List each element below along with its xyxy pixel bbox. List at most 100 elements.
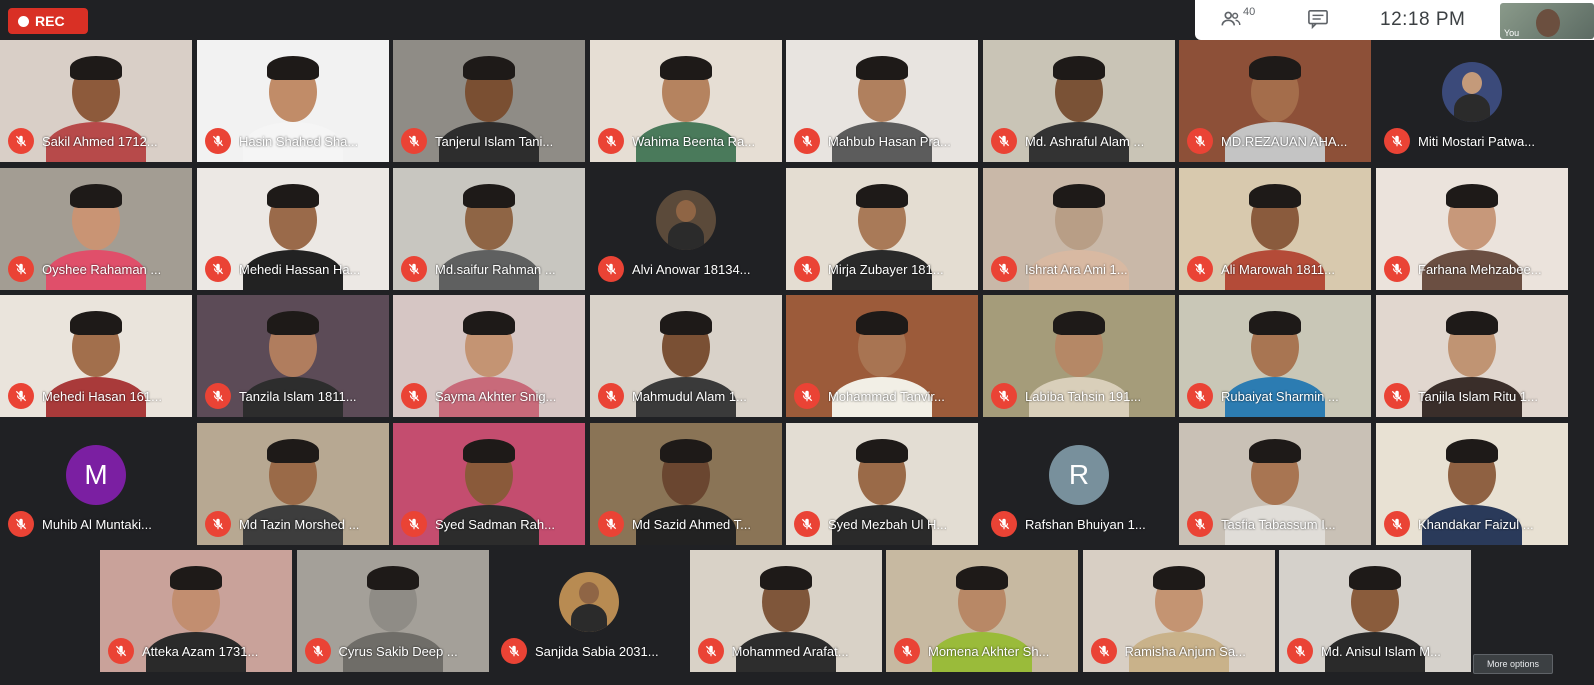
mic-off-icon	[8, 511, 34, 537]
participant-hair	[1349, 566, 1401, 590]
participant-tile[interactable]: Miti Mostari Patwa...	[1376, 40, 1568, 162]
participant-tile[interactable]: Mehedi Hassan Ha...	[197, 168, 389, 290]
self-preview[interactable]: You	[1500, 3, 1594, 39]
participants-button[interactable]: 40	[1220, 6, 1255, 30]
participant-tile[interactable]: M Muhib Al Muntaki...	[0, 423, 192, 545]
participant-nameplate: Sanjida Sabia 2031...	[501, 638, 659, 664]
participant-tile[interactable]: Cyrus Sakib Deep ...	[296, 550, 489, 672]
participant-hair	[70, 184, 122, 208]
participant-tile[interactable]: Sanjida Sabia 2031...	[493, 550, 685, 672]
participant-tile[interactable]: Atteka Azam 1731...	[100, 550, 292, 672]
participant-nameplate: Labiba Tahsin 191...	[991, 383, 1141, 409]
participant-hair	[1152, 566, 1205, 590]
participant-tile[interactable]: Labiba Tahsin 191...	[983, 295, 1175, 417]
participant-nameplate: Farhana Mehzabee...	[1384, 256, 1542, 282]
mic-off-icon	[401, 128, 427, 154]
participant-nameplate: Mohammad Tanvir...	[794, 383, 945, 409]
recording-label: REC	[35, 13, 65, 29]
mic-off-icon	[598, 511, 624, 537]
participant-nameplate: Mehedi Hasan 161...	[8, 383, 162, 409]
participant-tile[interactable]: Ramisha Anjum Sa...	[1082, 550, 1275, 672]
participant-tile[interactable]: Tanzila Islam 1811...	[197, 295, 389, 417]
participant-hair	[759, 566, 812, 590]
more-options-button[interactable]: More options	[1473, 654, 1553, 674]
participant-nameplate: Atteka Azam 1731...	[108, 638, 258, 664]
participant-hair	[1053, 311, 1105, 335]
mic-off-icon	[8, 128, 34, 154]
participant-tile[interactable]: R Rafshan Bhuiyan 1...	[983, 423, 1175, 545]
mic-off-icon	[8, 256, 34, 282]
participant-hair	[856, 311, 908, 335]
participant-name: MD.REZAUAN AHA...	[1221, 133, 1348, 149]
participant-tile[interactable]: Sayma Akhter Snig...	[393, 295, 585, 417]
participant-tile[interactable]: Ali Marowah 1811...	[1179, 168, 1371, 290]
participant-avatar: M	[66, 445, 126, 505]
participant-tile[interactable]: MD.REZAUAN AHA...	[1179, 40, 1371, 162]
mic-off-icon	[501, 638, 527, 664]
participant-tile[interactable]: Sakil Ahmed 1712...	[0, 40, 192, 162]
participant-tile[interactable]: Momena Akhter Sh...	[886, 550, 1078, 672]
participant-tile[interactable]: Hasin Shahed Sha...	[197, 40, 389, 162]
participant-tile[interactable]: Ishrat Ara Ami 1...	[983, 168, 1175, 290]
participant-hair	[1053, 56, 1105, 80]
participant-hair	[956, 566, 1008, 590]
participant-name: Md. Ashraful Alam ...	[1025, 133, 1145, 149]
participant-nameplate: Mirja Zubayer 181...	[794, 256, 944, 282]
participant-nameplate: Ali Marowah 1811...	[1187, 256, 1335, 282]
participant-name: Md. Anisul Islam M...	[1321, 643, 1441, 659]
participant-tile[interactable]: Syed Mezbah Ul H...	[786, 423, 978, 545]
participant-nameplate: Mahbub Hasan Pra...	[794, 128, 951, 154]
participant-tile[interactable]: Md. Anisul Islam M...	[1279, 550, 1471, 672]
participant-tile[interactable]: Rubaiyat Sharmin ...	[1179, 295, 1371, 417]
participant-hair	[1249, 439, 1301, 463]
participant-tile[interactable]: Md. Ashraful Alam ...	[983, 40, 1175, 162]
participant-tile[interactable]: Md Sazid Ahmed T...	[590, 423, 782, 545]
participant-tile[interactable]: Mahmudul Alam 1...	[590, 295, 782, 417]
participant-name: Tanjerul Islam Tani...	[435, 133, 554, 149]
participant-name: Tasfia Tabassum I...	[1221, 516, 1336, 532]
participant-name: Cyrus Sakib Deep ...	[338, 643, 458, 659]
participant-nameplate: Tasfia Tabassum I...	[1187, 511, 1336, 537]
participant-tile[interactable]: Mehedi Hasan 161...	[0, 295, 192, 417]
participant-tile[interactable]: Mahbub Hasan Pra...	[786, 40, 978, 162]
participant-nameplate: Sakil Ahmed 1712...	[8, 128, 158, 154]
participant-hair	[856, 184, 908, 208]
participant-name: Wahima Beenta Ra...	[632, 133, 756, 149]
participant-tile[interactable]: Md.saifur Rahman ...	[393, 168, 585, 290]
mic-off-icon	[794, 128, 820, 154]
participant-nameplate: Mahmudul Alam 1...	[598, 383, 747, 409]
participant-hair	[1053, 184, 1105, 208]
participant-tile[interactable]: Khandakar Faizul ...	[1376, 423, 1568, 545]
record-dot-icon	[18, 15, 29, 27]
mic-off-icon	[108, 638, 134, 664]
chat-icon[interactable]	[1307, 9, 1329, 29]
participant-tile[interactable]: Md Tazin Morshed ...	[197, 423, 389, 545]
participant-tile[interactable]: Tanjerul Islam Tani...	[393, 40, 585, 162]
participant-nameplate: Mohammed Arafat...	[697, 638, 849, 664]
participant-hair	[70, 56, 122, 80]
participant-nameplate: Rubaiyat Sharmin ...	[1187, 383, 1339, 409]
participant-tile[interactable]: Mirja Zubayer 181...	[786, 168, 978, 290]
participant-tile[interactable]: Mohammed Arafat...	[689, 550, 882, 672]
participant-tile[interactable]: Wahima Beenta Ra...	[590, 40, 782, 162]
participant-nameplate: Md.saifur Rahman ...	[401, 256, 556, 282]
participant-name: Oyshee Rahaman ...	[42, 261, 162, 277]
mic-off-icon	[401, 383, 427, 409]
mic-off-icon	[1384, 256, 1410, 282]
participant-nameplate: Md. Anisul Islam M...	[1287, 638, 1441, 664]
participant-tile[interactable]: Farhana Mehzabee...	[1376, 168, 1568, 290]
participant-tile[interactable]: Alvi Anowar 18134...	[590, 168, 782, 290]
participant-tile[interactable]: Tanjila Islam Ritu 1...	[1376, 295, 1568, 417]
participant-name: Md.saifur Rahman ...	[435, 261, 556, 277]
participant-name: Md Tazin Morshed ...	[239, 516, 360, 532]
participant-tile[interactable]: Tasfia Tabassum I...	[1179, 423, 1371, 545]
participant-hair	[1446, 439, 1498, 463]
participant-name: Rafshan Bhuiyan 1...	[1025, 516, 1146, 532]
participant-tile[interactable]: Oyshee Rahaman ...	[0, 168, 192, 290]
participant-name: Atteka Azam 1731...	[142, 643, 259, 659]
mic-off-icon	[598, 128, 624, 154]
participant-nameplate: Muhib Al Muntaki...	[8, 511, 152, 537]
participant-tile[interactable]: Syed Sadman Rah...	[393, 423, 585, 545]
participant-tile[interactable]: Mohammad Tanvir...	[786, 295, 978, 417]
participant-avatar	[559, 572, 619, 632]
